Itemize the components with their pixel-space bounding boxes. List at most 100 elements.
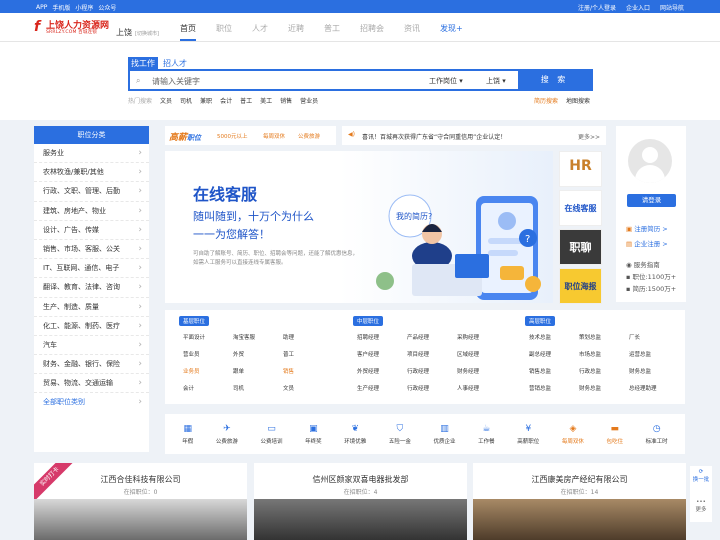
category-item[interactable]: 销售、市场、客服、公关 xyxy=(34,240,149,260)
search-input[interactable]: 请输入关键字 xyxy=(152,76,200,87)
benefit-insurance[interactable]: ⛉ 五险一金 xyxy=(389,424,411,445)
job-link[interactable]: 财务总监 xyxy=(629,367,679,377)
job-link[interactable]: 外贸 xyxy=(233,350,283,360)
job-link[interactable]: 策划总监 xyxy=(579,333,629,343)
category-item[interactable]: IT、互联网、通信、电子 xyxy=(34,259,149,279)
category-item[interactable]: 贸易、物流、交通运输 xyxy=(34,374,149,394)
job-link[interactable]: 客户经理 xyxy=(357,350,407,360)
login-button[interactable]: 请登录 xyxy=(627,194,676,207)
app-link[interactable]: APP xyxy=(36,4,47,11)
job-link[interactable]: 营销总监 xyxy=(529,384,579,394)
company-card[interactable]: 江西康美房产经纪有限公司 在招职位：14 xyxy=(473,463,686,540)
mobile-link[interactable]: 手机版 xyxy=(52,3,70,12)
resume-search-link[interactable]: 简历搜索 xyxy=(534,96,558,105)
notice-text[interactable]: 喜讯！百城再次获得广东省“守合同重信用”企业认定！ xyxy=(362,132,506,141)
job-poster-ad[interactable]: 职位海报 xyxy=(559,268,602,304)
company-card[interactable]: 信州区颜家双喜电器批发部 在招职位：4 xyxy=(254,463,467,540)
service-guide-link[interactable]: ◉ 服务指南 xyxy=(626,259,660,269)
company-register-link[interactable]: ▤ 企业注册 > xyxy=(626,238,668,248)
benefit-environment[interactable]: ❦ 环境优雅 xyxy=(344,424,366,445)
nav-talent[interactable]: 人才 xyxy=(252,23,268,34)
job-link[interactable]: 淘宝客服 xyxy=(233,333,283,343)
benefit-meals[interactable]: ☕ 工作餐 xyxy=(478,424,495,445)
city-selector[interactable]: 上饶 [切换城市] xyxy=(116,27,159,38)
benefit-room-board[interactable]: ▬ 包吃住 xyxy=(607,424,624,445)
hot-item[interactable]: 销售 xyxy=(280,96,292,105)
nav-home[interactable]: 首页 xyxy=(180,23,196,41)
official-account-link[interactable]: 公众号 xyxy=(98,3,116,12)
enterprise-entry-link[interactable]: 企业入口 xyxy=(626,3,650,12)
category-item[interactable]: 汽车 xyxy=(34,336,149,356)
job-link[interactable]: 项目经理 xyxy=(407,350,457,360)
category-item[interactable]: 服务业 xyxy=(34,144,149,164)
map-search-link[interactable]: 地图搜索 xyxy=(566,96,590,105)
category-item[interactable]: 行政、文职、管理、后勤 xyxy=(34,182,149,202)
job-link[interactable]: 司机 xyxy=(233,384,283,394)
job-link[interactable]: 人事经理 xyxy=(457,384,507,394)
category-item[interactable]: 农林牧渔/兼职/其他 xyxy=(34,163,149,183)
hot-item[interactable]: 营业员 xyxy=(300,96,318,105)
benefit-quality-company[interactable]: ▥ 优质企业 xyxy=(434,424,456,445)
site-nav-link[interactable]: 网站导航 xyxy=(660,3,684,12)
job-link[interactable]: 营业员 xyxy=(183,350,233,360)
job-link[interactable]: 财务总监 xyxy=(579,384,629,394)
company-name[interactable]: 江西康美房产经纪有限公司 xyxy=(473,474,686,485)
job-link[interactable]: 助理 xyxy=(283,333,333,343)
customer-service-banner[interactable]: 在线客服 随叫随到，十万个为什么 一一为您解答！ 可自助了解账号、简历、职位、招聘… xyxy=(165,151,553,303)
job-link[interactable]: 厂长 xyxy=(629,333,679,343)
hot-item[interactable]: 文员 xyxy=(160,96,172,105)
category-item[interactable]: 生产、制造、质量 xyxy=(34,298,149,317)
hot-item[interactable]: 普工 xyxy=(240,96,252,105)
nav-worker[interactable]: 普工 xyxy=(324,23,340,34)
hr-ad[interactable]: HR xyxy=(559,151,602,187)
nav-jobfair[interactable]: 招聘会 xyxy=(360,23,384,34)
category-item[interactable]: 财务、金融、银行、保险 xyxy=(34,355,149,375)
refresh-button[interactable]: ⟳ 换一批 xyxy=(690,469,712,483)
job-type-dropdown[interactable]: 工作岗位 ▾ xyxy=(429,76,463,86)
benefit-high-salary[interactable]: ¥ 高薪职位 xyxy=(517,424,539,445)
miniprogram-link[interactable]: 小程序 xyxy=(75,3,93,12)
job-link[interactable]: 会计 xyxy=(183,384,233,394)
job-link[interactable]: 销售 xyxy=(283,367,333,377)
job-link[interactable]: 副总经理 xyxy=(529,350,579,360)
job-link[interactable]: 采购经理 xyxy=(457,333,507,343)
benefit-travel[interactable]: ✈ 公费旅游 xyxy=(216,424,238,445)
job-link[interactable]: 行政经理 xyxy=(407,384,457,394)
online-service-ad[interactable]: 在线客服 xyxy=(559,190,602,226)
category-item[interactable]: 设计、广告、传媒 xyxy=(34,221,149,240)
job-link[interactable]: 跟单 xyxy=(233,367,283,377)
nav-jobs[interactable]: 职位 xyxy=(216,23,232,34)
company-name[interactable]: 信州区颜家双喜电器批发部 xyxy=(254,474,467,485)
nav-news[interactable]: 资讯 xyxy=(404,23,420,34)
hot-item[interactable]: 会计 xyxy=(220,96,232,105)
job-link[interactable]: 普工 xyxy=(283,350,333,360)
category-item[interactable]: 化工、能源、制药、医疗 xyxy=(34,317,149,336)
hot-item[interactable]: 兼职 xyxy=(200,96,212,105)
job-link[interactable]: 业务员 xyxy=(183,367,233,377)
nav-recent[interactable]: 近聘 xyxy=(288,23,304,34)
job-link[interactable]: 区域经理 xyxy=(457,350,507,360)
benefit-weekend[interactable]: ◈ 每周双休 xyxy=(562,424,584,445)
job-link[interactable]: 产品经理 xyxy=(407,333,457,343)
high-salary-ad[interactable]: 高薪职位 5000元以上 每周双休 公费旅游 xyxy=(165,126,336,145)
site-logo[interactable]: f 上饶人力资源网 SRRLZY.COM 百城连锁 xyxy=(34,18,114,38)
notice-more-link[interactable]: 更多>> xyxy=(578,132,600,141)
job-link[interactable]: 财务经理 xyxy=(457,367,507,377)
benefit-training[interactable]: ▭ 公费培训 xyxy=(261,424,283,445)
job-link[interactable]: 外贸经理 xyxy=(357,367,407,377)
company-name[interactable]: 江西合佳科技有限公司 xyxy=(34,474,247,485)
job-link[interactable]: 行政经理 xyxy=(407,367,457,377)
job-link[interactable]: 文员 xyxy=(283,384,333,394)
benefit-annual-leave[interactable]: ▦ 年假 xyxy=(182,424,193,445)
job-link[interactable]: 销售总监 xyxy=(529,367,579,377)
job-link[interactable]: 技术总监 xyxy=(529,333,579,343)
job-link[interactable]: 运营总监 xyxy=(629,350,679,360)
job-link[interactable]: 生产经理 xyxy=(357,384,407,394)
hot-item[interactable]: 司机 xyxy=(180,96,192,105)
city-dropdown[interactable]: 上饶 ▾ xyxy=(486,76,506,86)
benefit-bonus[interactable]: ▣ 年终奖 xyxy=(305,424,322,445)
job-link[interactable]: 总经理助理 xyxy=(629,384,679,394)
job-link[interactable]: 招聘经理 xyxy=(357,333,407,343)
category-item[interactable]: 翻译、教育、法律、咨询 xyxy=(34,278,149,298)
all-categories-link[interactable]: 全部职位类别 xyxy=(34,393,149,412)
